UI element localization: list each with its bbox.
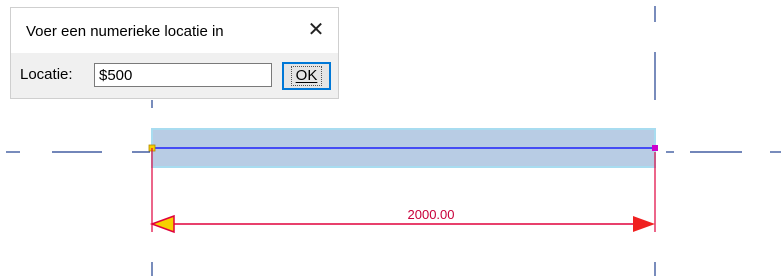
dimension-arrow-right[interactable] xyxy=(633,216,655,232)
close-button[interactable]: ✕ xyxy=(304,17,328,41)
ok-button[interactable]: OK xyxy=(282,62,331,90)
dialog-body: Locatie: OK xyxy=(11,53,338,98)
close-icon: ✕ xyxy=(307,18,325,41)
ok-label: OK xyxy=(290,66,323,86)
location-input[interactable] xyxy=(94,63,272,87)
end-grip[interactable] xyxy=(652,145,658,151)
dialog-title: Voer een numerieke locatie in xyxy=(26,23,224,40)
dimension-arrow-left[interactable] xyxy=(149,214,175,234)
dimension-value[interactable]: 2000.00 xyxy=(408,207,455,222)
numeric-location-dialog: Voer een numerieke locatie in ✕ Locatie:… xyxy=(10,7,339,99)
location-label: Locatie: xyxy=(20,66,73,83)
